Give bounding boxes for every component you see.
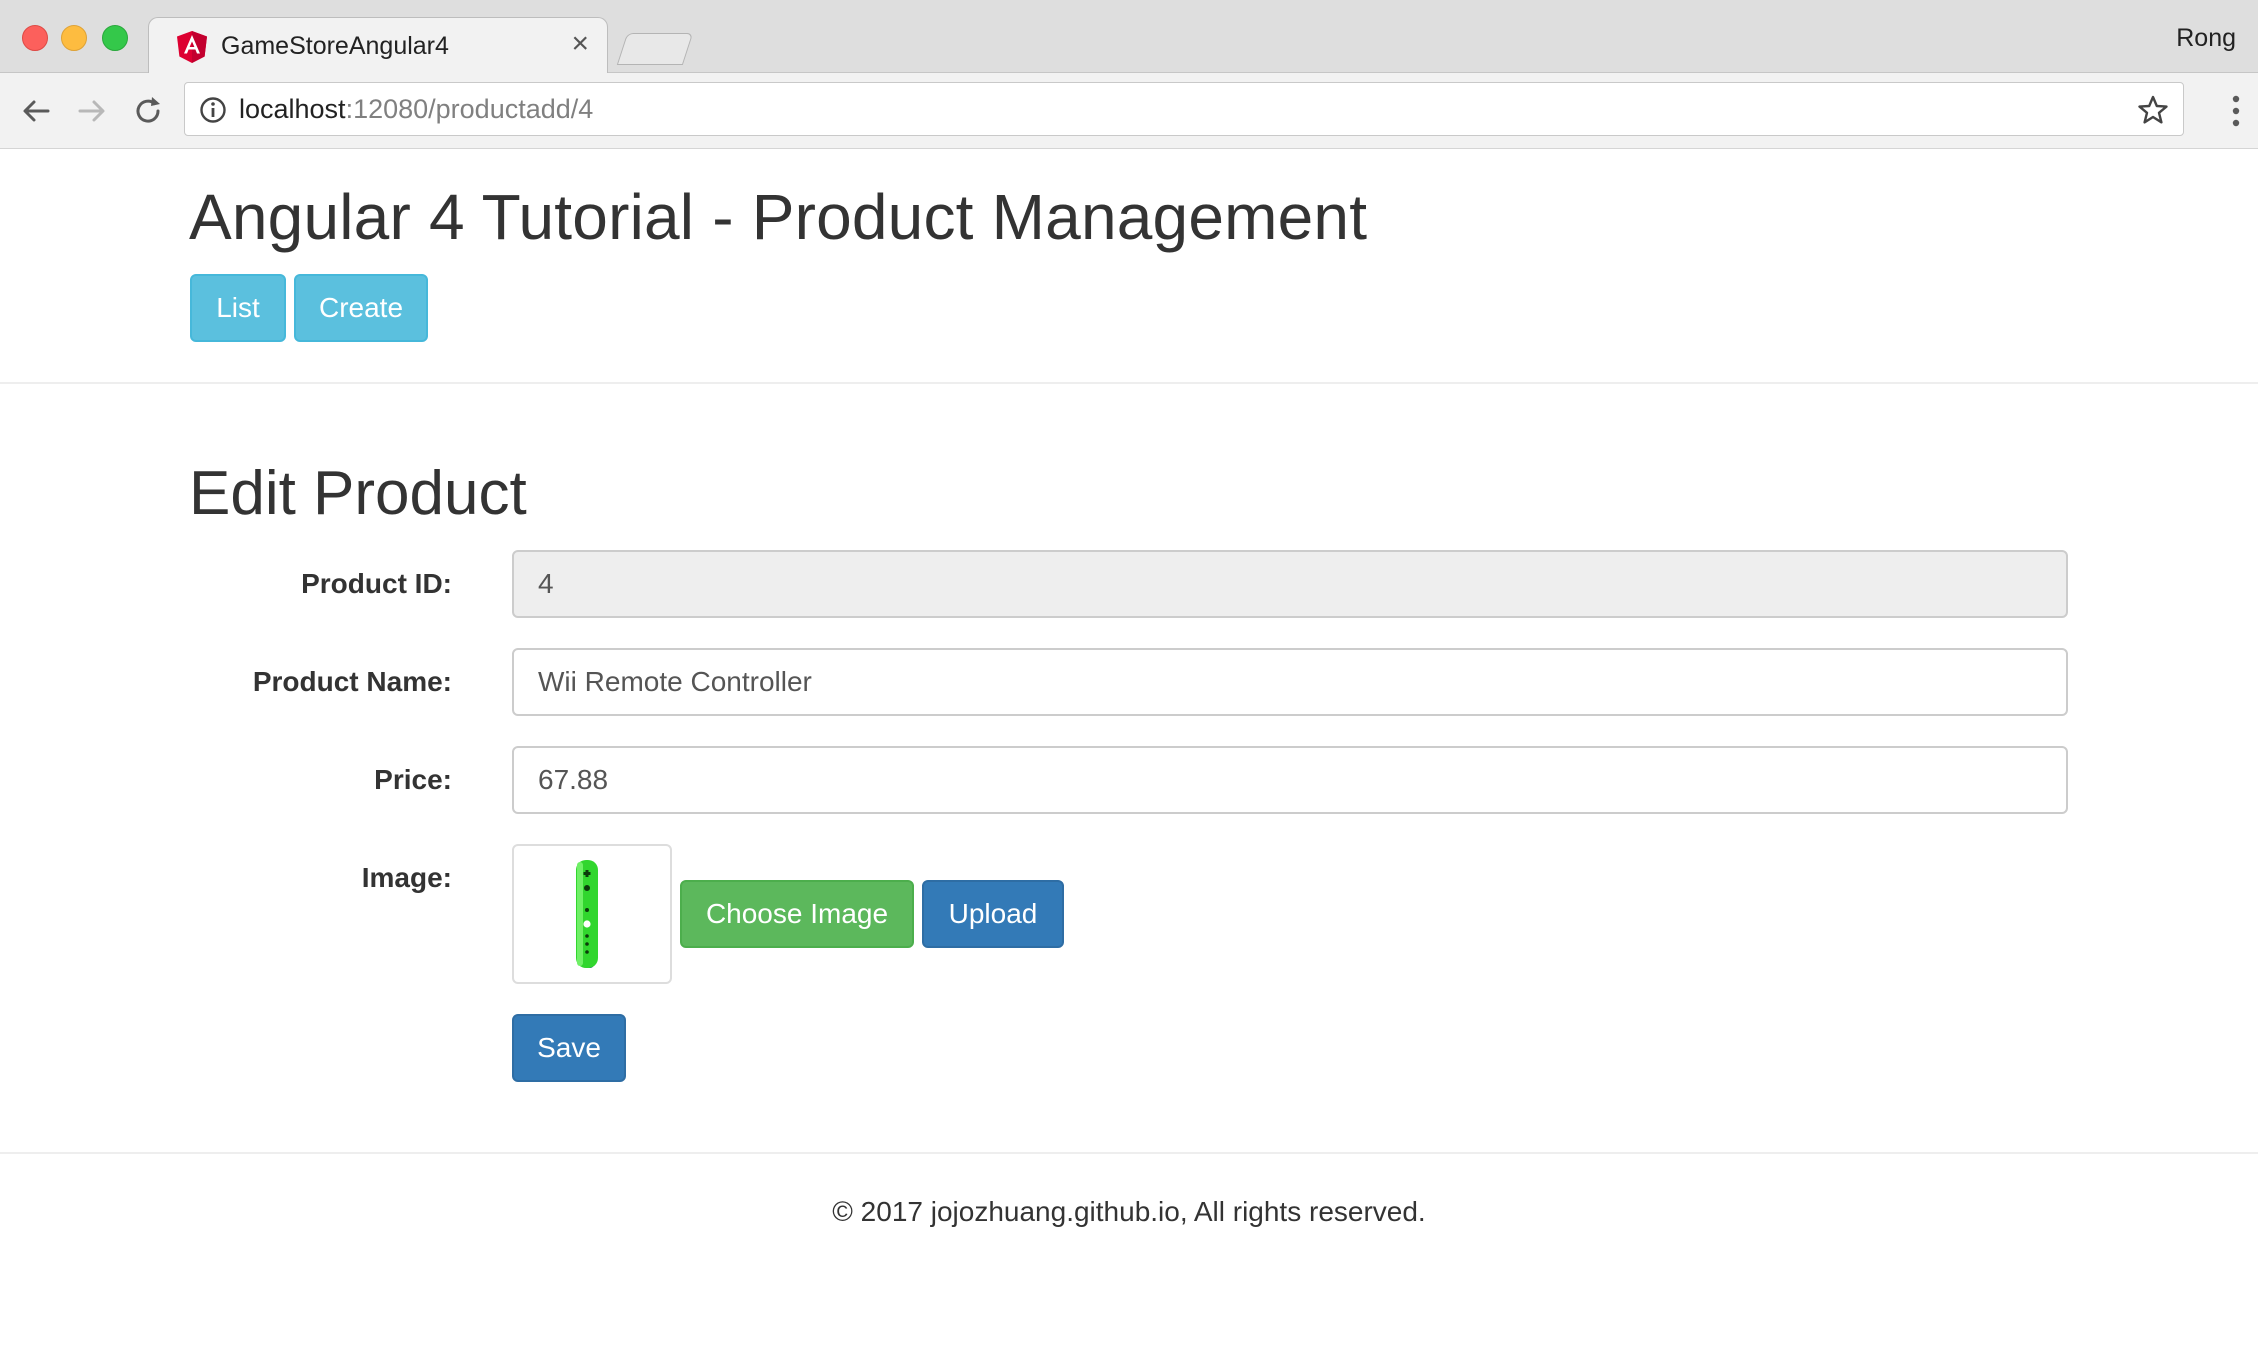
choose-image-button[interactable]: Choose Image [680,880,914,948]
page-title: Angular 4 Tutorial - Product Management [189,181,1368,253]
browser-titlebar: GameStoreAngular4 × Rong [0,0,2258,74]
product-name-label: Product Name: [252,666,452,697]
product-id-field: 4 [512,550,2068,618]
forward-arrow-icon[interactable] [74,93,110,129]
url-host: localhost [239,94,346,124]
minimize-window-button[interactable] [61,25,87,51]
wii-remote-image [576,860,598,968]
profile-name[interactable]: Rong [2176,24,2236,53]
menu-dots-icon[interactable] [2232,95,2240,127]
browser-toolbar: localhost:12080/productadd/4 [0,73,2258,149]
list-button[interactable]: List [190,274,286,342]
save-button[interactable]: Save [512,1014,626,1082]
footer-divider [0,1152,2258,1154]
header-divider [0,382,2258,384]
tab-title: GameStoreAngular4 [221,32,449,60]
browser-tab[interactable]: GameStoreAngular4 × [148,17,608,74]
url-text[interactable]: localhost:12080/productadd/4 [239,94,593,125]
info-icon[interactable] [199,96,227,124]
price-field[interactable]: 67.88 [512,746,2068,814]
image-label: Image: [361,862,452,893]
close-window-button[interactable] [22,25,48,51]
reload-icon[interactable] [130,93,166,129]
new-tab-button[interactable] [616,33,694,65]
address-bar[interactable]: localhost:12080/productadd/4 [184,82,2184,136]
zoom-window-button[interactable] [102,25,128,51]
footer-copyright: © 2017 jojozhuang.github.io, All rights … [832,1196,1426,1227]
url-path: :12080/productadd/4 [345,94,594,124]
tab-close-icon[interactable]: × [571,28,589,60]
product-id-label: Product ID: [301,568,452,599]
upload-button[interactable]: Upload [922,880,1064,948]
angular-favicon-icon [177,31,207,63]
create-button[interactable]: Create [294,274,428,342]
product-image-thumbnail [512,844,672,984]
back-arrow-icon[interactable] [18,93,54,129]
price-label: Price: [374,764,452,795]
product-name-field[interactable]: Wii Remote Controller [512,648,2068,716]
section-heading: Edit Product [189,459,527,528]
star-icon[interactable] [2137,94,2169,126]
